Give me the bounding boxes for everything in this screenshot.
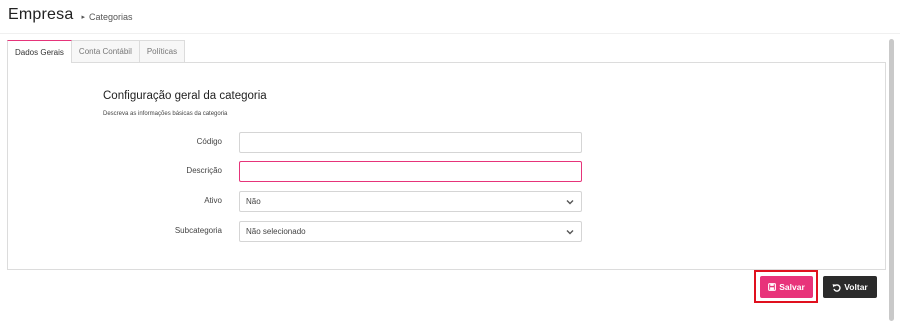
descricao-label: Descrição <box>186 166 222 175</box>
header-divider <box>0 33 900 34</box>
breadcrumb: ▸ Categorias <box>81 12 132 22</box>
tab-dados-gerais[interactable]: Dados Gerais <box>7 40 72 63</box>
back-button[interactable]: Voltar <box>823 276 877 298</box>
ativo-select-value: Não <box>246 197 261 206</box>
breadcrumb-categorias[interactable]: Categorias <box>89 12 133 22</box>
ativo-select[interactable]: Não <box>239 191 582 212</box>
form-row-ativo: Ativo Não <box>8 191 608 212</box>
tab-conta-contabil[interactable]: Conta Contábil <box>70 40 140 62</box>
form-row-subcategoria: Subcategoria Não selecionado <box>8 221 608 242</box>
back-button-label: Voltar <box>844 282 868 292</box>
save-button-label: Salvar <box>779 282 805 292</box>
chevron-down-icon <box>566 230 574 235</box>
subcategoria-select[interactable]: Não selecionado <box>239 221 582 242</box>
chevron-down-icon <box>566 200 574 205</box>
chevron-right-icon: ▸ <box>81 14 85 21</box>
page-header: Empresa ▸ Categorias <box>8 6 132 24</box>
ativo-label: Ativo <box>204 196 222 205</box>
subcategoria-select-value: Não selecionado <box>246 227 306 236</box>
form-row-codigo: Código <box>8 132 608 153</box>
tab-politicas[interactable]: Políticas <box>138 40 186 62</box>
section-title: Configuração geral da categoria <box>103 90 267 102</box>
descricao-input[interactable] <box>239 161 582 182</box>
undo-arrow-icon <box>832 283 841 292</box>
codigo-input[interactable] <box>239 132 582 153</box>
form-row-descricao: Descrição <box>8 161 608 182</box>
section-subtitle: Descreva as informações básicas da categ… <box>103 111 228 117</box>
subcategoria-label: Subcategoria <box>174 226 222 235</box>
form-panel: Configuração geral da categoria Descreva… <box>7 62 886 270</box>
floppy-disk-icon <box>768 283 777 291</box>
page-title: Empresa <box>8 6 74 23</box>
vertical-scrollbar[interactable] <box>889 39 894 321</box>
tab-bar: Dados Gerais Conta Contábil Políticas <box>7 40 186 63</box>
save-button[interactable]: Salvar <box>760 276 813 298</box>
codigo-label: Código <box>196 137 222 146</box>
